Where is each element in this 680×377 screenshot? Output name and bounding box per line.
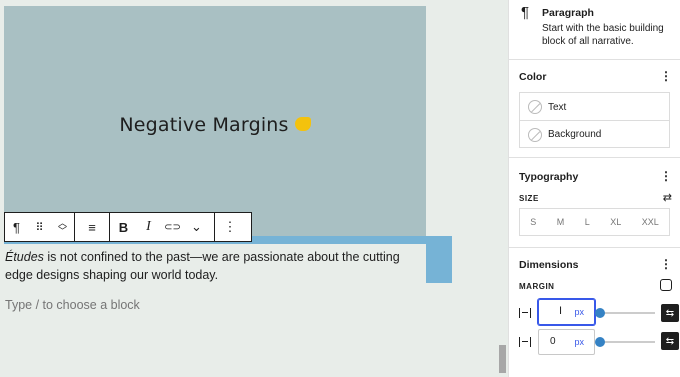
align-icon[interactable]: ≡	[75, 213, 109, 241]
cover-block[interactable]: Negative Margins	[4, 6, 426, 236]
paragraph-text: is not confined to the past—we are passi…	[5, 250, 400, 282]
size-option-xxl[interactable]: XXL	[642, 217, 659, 227]
margin-bottom-value: 0	[550, 336, 556, 347]
size-option-l[interactable]: L	[585, 217, 590, 227]
size-option-s[interactable]: S	[530, 217, 536, 227]
cover-title-text: Negative Margins	[119, 114, 289, 136]
editor-canvas: Negative Margins Études is not confined …	[0, 0, 508, 377]
empty-swatch-icon	[528, 127, 542, 142]
bold-button[interactable]: B	[110, 213, 137, 241]
margin-top-input[interactable]: I px	[538, 299, 595, 325]
text-color-label: Text	[548, 101, 567, 113]
text-cursor-icon: I	[559, 305, 563, 317]
background-color-item[interactable]: Background	[520, 120, 669, 148]
paragraph-block[interactable]: Études is not confined to the past—we ar…	[5, 248, 425, 284]
size-option-xl[interactable]: XL	[610, 217, 621, 227]
block-title: Paragraph	[542, 7, 594, 19]
font-size-picker: S M L XL XXL	[519, 208, 670, 236]
typography-options-kebab-icon[interactable]: ⋮	[660, 170, 672, 182]
dimensions-panel-title: Dimensions	[519, 259, 579, 271]
margin-bottom-slider-thumb[interactable]	[595, 337, 605, 347]
drag-handle-icon[interactable]: ⠿	[28, 213, 51, 241]
size-label: SIZE	[519, 194, 539, 203]
color-panel-title: Color	[519, 71, 547, 83]
panel-divider	[509, 157, 680, 158]
paragraph-block-icon: ¶	[521, 4, 530, 21]
panel-divider	[509, 247, 680, 248]
color-options-kebab-icon[interactable]: ⋮	[660, 70, 672, 82]
dimensions-options-kebab-icon[interactable]: ⋮	[660, 258, 672, 270]
margin-top-slider-track[interactable]	[601, 312, 655, 314]
block-description: Start with the basic building block of a…	[542, 23, 664, 47]
custom-size-toggle-icon[interactable]: ⇄	[663, 191, 672, 204]
margin-top-slider-thumb[interactable]	[595, 308, 605, 318]
block-settings-sidebar: ¶ Paragraph Start with the basic buildin…	[508, 0, 680, 377]
typography-panel-title: Typography	[519, 171, 579, 183]
empty-swatch-icon	[528, 100, 542, 114]
block-appender-placeholder[interactable]: Type / to choose a block	[5, 298, 140, 312]
text-color-item[interactable]: Text	[520, 93, 669, 121]
color-settings: Text Background	[519, 92, 670, 148]
pointing-hand-emoji-icon	[294, 116, 311, 131]
margin-bottom-input[interactable]: 0 px	[538, 329, 595, 355]
options-icon[interactable]: ⋮	[215, 213, 245, 241]
block-card: ¶ Paragraph Start with the basic buildin…	[509, 0, 680, 60]
move-up-down-icon[interactable]: ︿ ﹀	[51, 213, 74, 241]
margin-top-custom-icon[interactable]: ⇆	[661, 304, 679, 322]
chevron-down-icon[interactable]: ﹀	[58, 227, 67, 236]
block-toolbar: ¶ ⠿ ︿ ﹀ ≡ B I ⊂⊃ ⌄ ⋮	[4, 212, 252, 242]
background-color-label: Background	[548, 129, 602, 140]
italic-button[interactable]: I	[137, 213, 160, 241]
paragraph-icon[interactable]: ¶	[5, 213, 28, 241]
paragraph-italic-text: Études	[5, 250, 44, 264]
margin-bottom-unit[interactable]: px	[574, 337, 584, 347]
margin-bottom-side-icon	[519, 337, 531, 347]
link-icon[interactable]: ⊂⊃	[160, 213, 185, 241]
margin-label: MARGIN	[519, 282, 555, 291]
scrollbar-thumb[interactable]	[499, 345, 506, 373]
margin-bottom-custom-icon[interactable]: ⇆	[661, 332, 679, 350]
margin-top-unit[interactable]: px	[574, 307, 584, 317]
more-rich-text-chevron-icon[interactable]: ⌄	[185, 213, 208, 241]
margin-bottom-slider-track[interactable]	[601, 341, 655, 343]
unlink-sides-icon[interactable]	[660, 279, 672, 291]
margin-top-side-icon	[519, 308, 531, 318]
cover-title[interactable]: Negative Margins	[4, 114, 426, 136]
size-option-m[interactable]: M	[557, 217, 565, 227]
